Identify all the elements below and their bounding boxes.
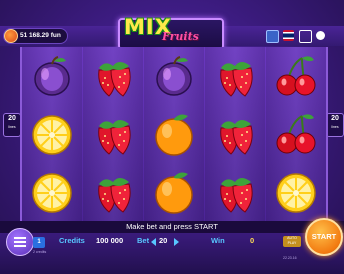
start-button[interactable]: START <box>305 218 343 256</box>
credits-value: 100 000 <box>96 236 124 245</box>
cherry-icon <box>266 105 326 163</box>
lemon-icon <box>22 163 82 221</box>
reel-5 <box>266 47 326 221</box>
reels-area <box>20 47 328 221</box>
strawberry-icon <box>205 105 265 163</box>
orange-icon <box>144 163 204 221</box>
strawberry-icon <box>83 47 143 105</box>
menu-line-icon <box>14 245 26 247</box>
strawberry-icon <box>205 47 265 105</box>
reel-4 <box>205 47 265 221</box>
reel-1 <box>22 47 82 221</box>
bet-value: 20 <box>159 236 168 245</box>
bet-increase-icon[interactable] <box>174 238 179 246</box>
version-text: 22.23.16 <box>283 256 297 260</box>
strawberry-icon <box>205 163 265 221</box>
fullscreen-icon[interactable] <box>299 30 312 43</box>
plum-icon <box>22 47 82 105</box>
win-label: Win <box>211 236 225 245</box>
lines-count-right: 20 <box>331 115 339 122</box>
menu-button[interactable] <box>6 228 34 256</box>
bet-label: Bet <box>137 236 150 245</box>
settings-icon[interactable] <box>316 31 325 40</box>
bet-multiplier[interactable]: 1 <box>33 237 45 248</box>
autoplay-button[interactable]: AUTO PLAY <box>283 236 301 247</box>
paytable-icon[interactable] <box>266 30 279 43</box>
lines-count-left: 20 <box>8 115 16 122</box>
lines-small-text: 2 credits <box>33 250 47 254</box>
lines-caption-left: lines <box>8 125 16 129</box>
lemon-icon <box>266 163 326 221</box>
credits-label: Credits <box>59 236 85 245</box>
language-flag-icon[interactable] <box>283 30 294 41</box>
cherry-icon <box>266 47 326 105</box>
lines-indicator-left: 20 lines <box>3 113 21 137</box>
plum-icon <box>144 47 204 105</box>
menu-line-icon <box>14 241 26 243</box>
home-icon[interactable] <box>4 29 18 43</box>
status-message: Make bet and press START <box>0 221 344 233</box>
logo-fruits-text: Fruits <box>162 30 199 43</box>
lines-caption-right: lines <box>331 125 339 129</box>
lines-indicator-right: 20 lines <box>326 113 344 137</box>
reel-3 <box>144 47 204 221</box>
orange-icon <box>144 105 204 163</box>
strawberry-icon <box>83 105 143 163</box>
lemon-icon <box>22 105 82 163</box>
strawberry-icon <box>83 163 143 221</box>
reel-2 <box>83 47 143 221</box>
menu-line-icon <box>14 237 26 239</box>
bet-decrease-icon[interactable] <box>151 238 156 246</box>
slot-game: 51 168.29 fun MIX Fruits 20 lines 20 lin… <box>0 0 344 274</box>
win-value: 0 <box>250 236 255 245</box>
